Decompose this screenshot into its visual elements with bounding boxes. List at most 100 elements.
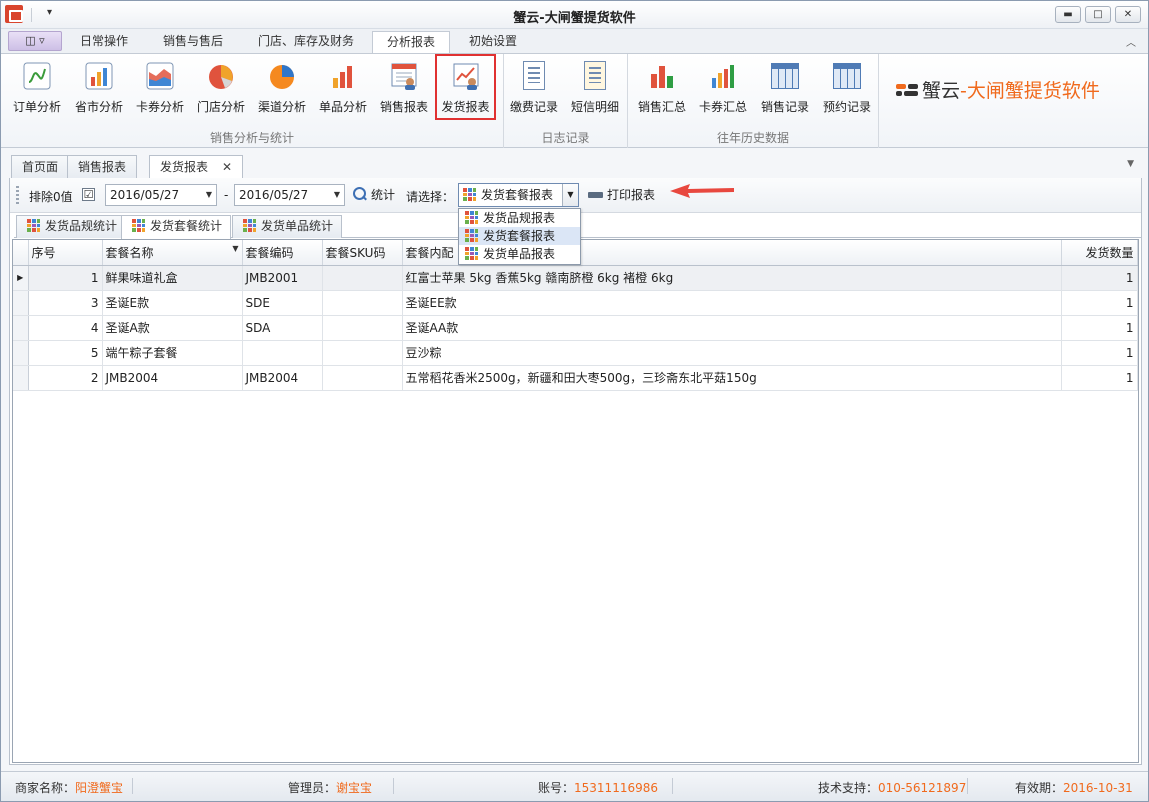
cell-seq[interactable]: 3 [28,290,103,316]
shipment-report-label: 发货报表 [441,100,490,114]
tab-analysis-reports[interactable]: 分析报表 [372,31,450,53]
cell-sku[interactable] [322,365,403,391]
brand-logo: 蟹云-大闸蟹提货软件 [896,76,1100,103]
doc-tabs-dropdown-icon[interactable]: ▼ [1127,159,1134,169]
cell-sku[interactable] [322,265,403,291]
cell-qty[interactable]: 1 [1061,365,1138,391]
minimize-button[interactable]: ▬ [1055,6,1081,23]
sales-report-button[interactable]: 销售报表 [374,58,434,118]
cell-qty[interactable]: 1 [1061,290,1138,316]
cell-sku[interactable] [322,290,403,316]
app-menu-button[interactable]: ◫ ▿ [8,31,62,51]
column-header-code[interactable]: 套餐编码 [242,240,323,266]
table-row[interactable]: ▶ 1 鲜果味道礼盒 JMB2001 红富士苹果 5kg 香蕉5kg 赣南脐橙 … [13,265,1138,291]
date-to-value: 2016/05/27 [239,188,309,202]
shipment-report-button[interactable]: 发货报表 [435,54,496,120]
date-from-input[interactable]: 2016/05/27 ▼ [105,184,217,206]
stat-button[interactable]: 统计 [353,184,395,206]
province-analysis-button[interactable]: 省市分析 [69,58,129,118]
sub-tab-single-stats[interactable]: 发货单品统计 [232,215,343,238]
filter-dropdown-icon[interactable]: ▼ [232,244,238,253]
doc-tab-sales-report[interactable]: 销售报表 [67,155,138,179]
cell-seq[interactable]: 5 [28,340,103,366]
table-row[interactable]: 5 端午粽子套餐 豆沙粽 1 [13,340,1138,366]
cell-sku[interactable] [322,315,403,341]
payment-records-button[interactable]: 缴费记录 [504,58,564,118]
cell-name[interactable]: 圣诞E款 [102,290,243,316]
status-value: 15311116986 [574,781,658,795]
order-analysis-button[interactable]: 订单分析 [7,58,67,118]
report-option-package[interactable]: 发货套餐报表 [459,227,580,245]
channel-analysis-button[interactable]: 渠道分析 [252,58,312,118]
cell-content[interactable]: 豆沙粽 [402,340,1062,366]
coupon-analysis-button[interactable]: 卡券分析 [130,58,190,118]
status-divider [672,778,673,794]
status-value: 谢宝宝 [336,781,373,795]
cell-seq[interactable]: 2 [28,365,103,391]
cell-content[interactable]: 红富士苹果 5kg 香蕉5kg 赣南脐橙 6kg 褚橙 6kg [402,265,1062,291]
report-option-spec[interactable]: 发货品规报表 [459,209,580,227]
column-header-sku[interactable]: 套餐SKU码 [322,240,403,266]
sub-tab-package-stats[interactable]: 发货套餐统计 [121,215,232,239]
sms-details-button[interactable]: 短信明细 [565,58,625,118]
cell-content[interactable]: 圣诞EE款 [402,290,1062,316]
cell-sku[interactable] [322,340,403,366]
cell-name[interactable]: 端午粽子套餐 [102,340,243,366]
toolbar-grip[interactable] [16,186,19,204]
item-analysis-button[interactable]: 单品分析 [313,58,373,118]
chevron-down-icon[interactable]: ▼ [334,185,340,205]
exclude-zero-checkbox[interactable]: ☑ [82,188,95,201]
booking-records-label: 预约记录 [822,100,871,114]
group-sales-analysis: 订单分析 省市分析 卡券分析 门店分析 渠道分析 单品分析 销售报表 发货报表 … [1,54,504,148]
coupon-summary-button[interactable]: 卡券汇总 [692,58,754,118]
cell-content[interactable]: 圣诞AA款 [402,315,1062,341]
cell-seq[interactable]: 4 [28,315,103,341]
tab-initial-settings[interactable]: 初始设置 [454,31,532,53]
cell-name[interactable]: 圣诞A款 [102,315,243,341]
cell-name[interactable]: 鲜果味道礼盒 [102,265,243,291]
ribbon-collapse-icon[interactable]: ︿ [1126,34,1136,49]
cell-seq[interactable]: 1 [28,265,103,291]
cell-code[interactable]: JMB2001 [242,265,323,291]
chevron-down-icon[interactable]: ▼ [562,184,578,206]
sales-summary-label: 销售汇总 [637,100,686,114]
tab-daily-ops[interactable]: 日常操作 [65,31,143,53]
cell-qty[interactable]: 1 [1061,340,1138,366]
print-report-button[interactable]: 打印报表 [588,184,655,206]
store-analysis-button[interactable]: 门店分析 [191,58,251,118]
close-tab-icon[interactable]: ✕ [222,160,232,174]
cell-code[interactable] [242,340,323,366]
date-to-input[interactable]: 2016/05/27 ▼ [234,184,345,206]
report-type-select[interactable]: 发货套餐报表 ▼ [458,183,579,207]
doc-tab-home[interactable]: 首页面 [11,155,70,179]
column-header-seq[interactable]: 序号 [28,240,103,266]
report-option-single[interactable]: 发货单品报表 [459,245,580,263]
tab-sales-aftersales[interactable]: 销售与售后 [147,31,239,53]
report-grid-icon [27,219,40,232]
status-label: 账号： [538,781,575,795]
table-row[interactable]: 4 圣诞A款 SDA 圣诞AA款 1 [13,315,1138,341]
sales-records-button[interactable]: 销售记录 [754,58,816,118]
cell-content[interactable]: 五常稻花香米2500g，新疆和田大枣500g，三珍斋东北平菇150g [402,365,1062,391]
cell-code[interactable]: SDE [242,290,323,316]
doc-tab-shipment-report[interactable]: 发货报表 ✕ [149,155,244,180]
table-row[interactable]: 2 JMB2004 JMB2004 五常稻花香米2500g，新疆和田大枣500g… [13,365,1138,391]
cell-code[interactable]: SDA [242,315,323,341]
column-header-qty[interactable]: 发货数量 [1061,240,1138,266]
printer-icon [588,188,603,203]
close-button[interactable]: ✕ [1115,6,1141,23]
tab-store-inventory-finance[interactable]: 门店、库存及财务 [243,31,369,53]
row-indicator [13,365,29,391]
chevron-down-icon[interactable]: ▼ [206,185,212,205]
booking-records-button[interactable]: 预约记录 [816,58,878,118]
sub-tab-spec-stats[interactable]: 发货品规统计 [16,215,127,238]
column-header-name[interactable]: 套餐名称 ▼ [102,240,243,266]
status-divider [132,778,133,794]
cell-qty[interactable]: 1 [1061,265,1138,291]
cell-name[interactable]: JMB2004 [102,365,243,391]
table-row[interactable]: 3 圣诞E款 SDE 圣诞EE款 1 [13,290,1138,316]
maximize-button[interactable]: □ [1085,6,1111,23]
cell-qty[interactable]: 1 [1061,315,1138,341]
sales-summary-button[interactable]: 销售汇总 [631,58,693,118]
cell-code[interactable]: JMB2004 [242,365,323,391]
